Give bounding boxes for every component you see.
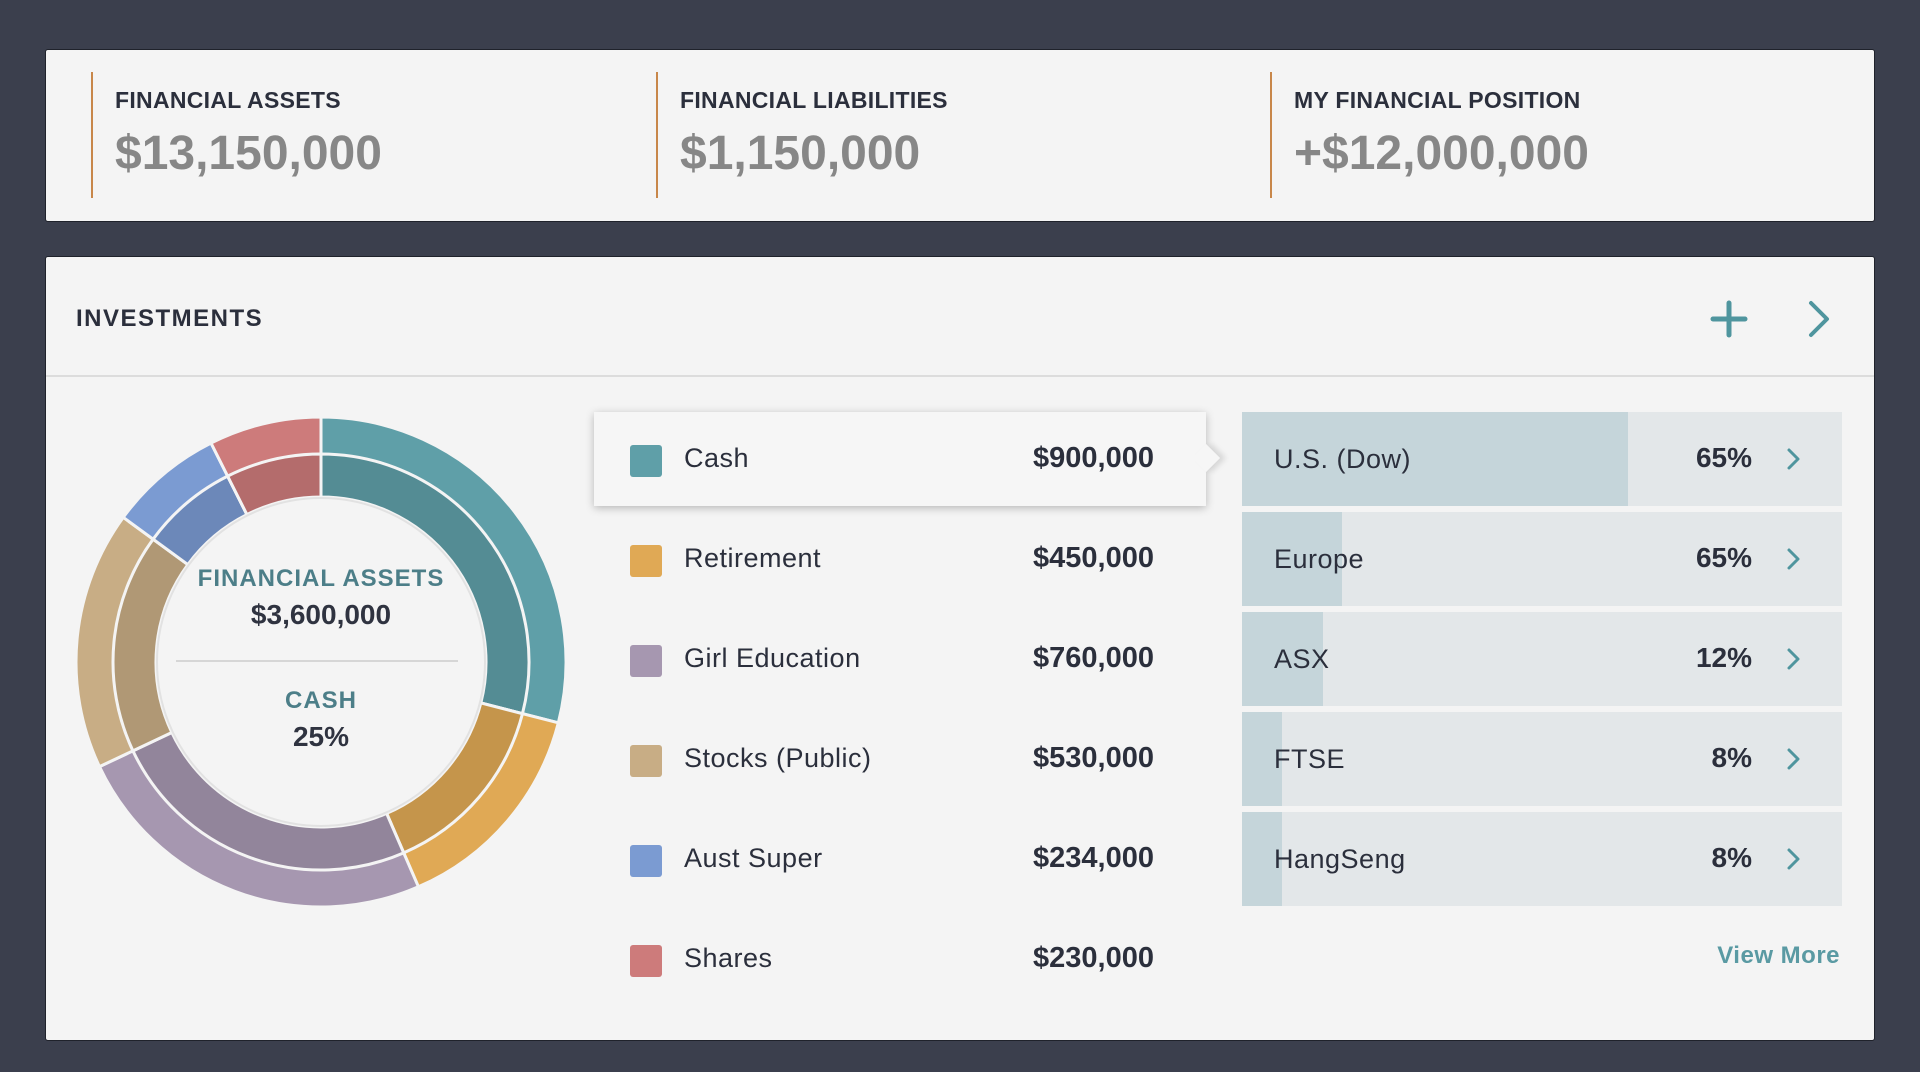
donut-center-total: FINANCIAL ASSETS $3,600,000 [171,565,471,631]
investments-next-button[interactable] [1794,295,1842,343]
donut-center-selected: CASH 25% [171,687,471,753]
legend-item-cash[interactable]: Cash $900,000 [594,412,1206,512]
legend-swatch [630,745,662,777]
donut-selected-value: 25% [292,721,350,752]
plus-icon [1710,300,1748,338]
financial-liabilities-label: FINANCIAL LIABILITIES [680,87,948,113]
legend-swatch [630,545,662,577]
chevron-right-icon [1809,301,1829,337]
legend-swatch [630,945,662,977]
market-row-europe[interactable]: Europe 65% [1242,512,1842,606]
market-label: U.S. (Dow) [1274,444,1412,474]
market-percent: 65% [1695,542,1752,573]
financial-liabilities-value: $1,150,000 [680,127,921,180]
market-percent: 65% [1695,442,1752,473]
financial-assets-summary: FINANCIAL ASSETS $13,150,000 [91,72,382,198]
market-label: HangSeng [1274,844,1406,874]
market-row-ftse[interactable]: FTSE 8% [1242,712,1842,806]
financial-assets-value: $13,150,000 [115,127,382,180]
investments-header: INVESTMENTS [46,257,1874,377]
view-more-link[interactable]: View More [1717,942,1840,970]
legend-swatch [630,845,662,877]
financial-position-summary: MY FINANCIAL POSITION +$12,000,000 [1270,72,1589,198]
legend-value: $234,000 [1033,842,1154,874]
add-investment-button[interactable] [1705,295,1753,343]
legend-value: $530,000 [1033,742,1154,774]
financial-position-label: MY FINANCIAL POSITION [1294,87,1581,113]
legend-label: Aust Super [684,843,823,873]
investments-title: INVESTMENTS [76,305,264,332]
financial-liabilities-summary: FINANCIAL LIABILITIES $1,150,000 [656,72,948,198]
investments-card: INVESTMENTS FINANCIAL ASSETS $3,600,000 … [45,256,1875,1041]
chevron-right-icon [1787,748,1800,770]
market-percent: 12% [1695,642,1752,673]
legend-item-girl-education[interactable]: Girl Education $760,000 [594,612,1204,712]
market-label: FTSE [1274,744,1346,774]
legend-label: Retirement [684,543,822,573]
financial-assets-label: FINANCIAL ASSETS [115,87,341,113]
legend-swatch [630,645,662,677]
legend-value: $450,000 [1033,542,1154,574]
legend-value: $230,000 [1033,942,1154,974]
legend-value: $900,000 [1033,442,1154,474]
chevron-right-icon [1787,448,1800,470]
market-row-asx[interactable]: ASX 12% [1242,612,1842,706]
legend-swatch [630,445,662,477]
market-percent: 8% [1711,742,1752,773]
market-label: Europe [1274,544,1365,574]
donut-hole [156,497,486,827]
donut-center-divider [176,660,458,662]
market-percent: 8% [1711,842,1752,873]
legend-label: Stocks (Public) [684,743,872,773]
market-row-hangseng[interactable]: HangSeng 8% [1242,812,1842,906]
legend-value: $760,000 [1033,642,1154,674]
legend-item-shares[interactable]: Shares $230,000 [594,912,1204,1012]
financial-summary-card: FINANCIAL ASSETS $13,150,000 FINANCIAL L… [45,49,1875,222]
legend-item-aust-super[interactable]: Aust Super $234,000 [594,812,1204,912]
legend-item-retirement[interactable]: Retirement $450,000 [594,512,1204,612]
legend-label: Girl Education [684,643,861,673]
legend-item-stocks-public[interactable]: Stocks (Public) $530,000 [594,712,1204,812]
chevron-right-icon [1787,848,1800,870]
legend-label: Cash [684,443,750,473]
chevron-right-icon [1787,648,1800,670]
investments-legend: Cash $900,000 Retirement $450,000 Girl E… [594,412,1206,1012]
donut-center-value: $3,600,000 [250,599,392,630]
market-breakdown-list: U.S. (Dow) 65% Europe 65% ASX 12% FTSE 8… [1242,412,1842,912]
financial-position-value: +$12,000,000 [1294,127,1589,180]
donut-center-label: FINANCIAL ASSETS [197,565,445,592]
donut-selected-label: CASH [284,687,357,714]
legend-label: Shares [684,943,773,973]
donut-svg [74,415,568,909]
market-row-us-dow[interactable]: U.S. (Dow) 65% [1242,412,1842,506]
investments-donut-chart: FINANCIAL ASSETS $3,600,000 CASH 25% [74,415,568,909]
market-label: ASX [1274,644,1330,674]
chevron-right-icon [1787,548,1800,570]
